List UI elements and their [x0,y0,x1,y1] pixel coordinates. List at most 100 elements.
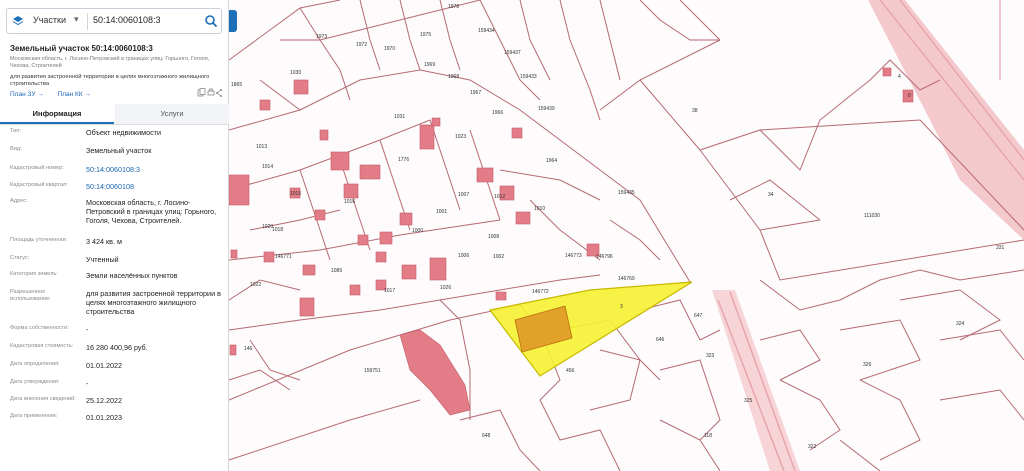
parcel-label: 38 [692,108,698,114]
prop-value: для развития застроенной территории в це… [86,289,221,316]
parcel-label: 1010 [534,206,545,212]
plan-links: План ЗУ → План КК → [10,91,103,98]
prop-label: Дата определения: [10,361,60,367]
parcel-label: 648 [482,433,491,439]
parcel-label: 146773 [565,253,582,259]
prop-label: Дата применения: [10,413,58,419]
parcel-label: 1970 [384,46,395,52]
plan-kk-link[interactable]: План КК → [58,91,91,98]
search-bar[interactable]: Участки ▾ 50:14:0060108:3 [6,8,222,34]
parcel-label: 111030 [864,213,880,219]
prop-value: Московская область, г. Лосино-Петровский… [86,198,217,225]
parcel-label: 4 [898,74,901,80]
parcel-label: 1000 [412,228,423,234]
tab-info[interactable]: Информация [0,104,114,124]
parcel-purpose: для развития застроенной территории в це… [10,74,210,87]
parcel-label: 456 [566,368,575,374]
parcel-label: 1020 [262,224,273,230]
parcel-label: 323 [706,353,715,359]
panel-collapse-tab[interactable] [229,10,237,32]
prop-value: Объект недвижимости [86,128,161,137]
parcel-label: 1975 [420,32,431,38]
parcel-label: 1030 [290,70,301,76]
parcel-label: 146769 [618,276,635,282]
chevron-down-icon[interactable]: ▾ [74,14,79,25]
prop-label: Дата утверждения: [10,379,60,385]
parcel-label: 146772 [532,289,549,295]
prop-label: Кадастровый квартал: [10,182,68,188]
cadastral-number-link[interactable]: 50:14:0060108:3 [86,165,224,174]
parcel-label: 331 [996,245,1005,251]
parcel-label: 1964 [546,158,557,164]
parcel-label: 159434 [478,28,495,34]
parcel-label: 1014 [262,164,273,170]
prop-label: Разрешенное использование: [10,289,51,302]
layer-select[interactable]: Участки [33,15,66,25]
parcel-label: 3 [620,304,623,310]
prop-label: Адрес: [10,198,28,204]
prop-value: 16 280 400,96 руб. [86,343,148,352]
prop-value: Учтенный [86,255,119,264]
parcel-label: 1968 [448,74,459,80]
prop-label: Кадастровый номер: [10,165,64,171]
prop-label: Площадь уточненная: [10,237,68,243]
parcel-label: 1006 [458,253,469,259]
prop-label: Категория земель: [10,271,58,277]
prop-value: Земельный участок [86,146,152,155]
card-actions [197,88,222,97]
prop-value: 01.01.2022 [86,361,122,370]
parcel-label: 1001 [436,209,447,215]
layers-icon[interactable] [12,15,24,27]
prop-value: - [86,325,89,334]
copy-icon[interactable] [197,88,206,97]
parcel-label: 159435 [618,190,635,196]
parcel-label: 1012 [494,194,505,200]
parcel-label: 159433 [520,74,537,80]
parcel-label: 324 [956,321,965,327]
parcel-label: 1978 [448,4,459,10]
print-icon[interactable] [207,88,215,96]
parcel-label: 1776 [398,157,409,163]
prop-value: 25.12.2022 [86,396,122,405]
parcel-label: 1031 [394,114,405,120]
divider [87,13,88,30]
parcel-label: 146771 [275,254,292,260]
share-icon[interactable] [216,89,222,97]
parcel-label: 1018 [272,227,283,233]
parcel-label: 1026 [440,285,451,291]
prop-value: - [86,379,89,388]
parcel-label: 1966 [492,110,503,116]
parcel-label: 159751 [364,368,381,374]
parcel-label: 1007 [458,192,469,198]
parcel-label: 1017 [384,288,395,294]
parcel-label: 322 [808,444,817,450]
parcel-label: 1967 [470,90,481,96]
search-icon[interactable] [204,14,218,28]
cadastral-quarter-link[interactable]: 50:14:0060108 [86,182,224,191]
parcel-label: 326 [863,362,872,368]
prop-label: Форма собственности: [10,325,69,331]
prop-value: 3 424 кв. м [86,237,122,246]
prop-label: Кадастровая стоимость: [10,343,74,349]
parcel-label: 1008 [488,234,499,240]
parcel-label: 34 [768,192,774,198]
parcel-label: 646 [656,337,665,343]
parcel-label: 159437 [504,50,521,56]
parcel-label: 159439 [538,106,555,112]
parcel-label: 1015 [290,191,301,197]
prop-value: Земли населённых пунктов [86,271,178,280]
parcel-label: 1016 [344,199,355,205]
parcel-label: 146796 [596,254,613,260]
search-input[interactable]: 50:14:0060108:3 [93,15,161,25]
parcel-label: 1022 [250,282,261,288]
parcel-label: 1089 [331,268,342,274]
parcel-label: 146 [244,346,253,352]
parcel-label: 8 [908,93,911,99]
parcel-label: 647 [694,313,703,319]
parcel-address: Московская область, г. Лосино-Петровский… [10,56,210,69]
info-panel: Участки ▾ 50:14:0060108:3 Земельный учас… [0,0,229,471]
parcel-label: 118 [704,433,712,439]
prop-label: Вид: [10,146,22,152]
tab-services[interactable]: Услуги [115,104,229,124]
plan-zu-link[interactable]: План ЗУ → [10,91,44,98]
